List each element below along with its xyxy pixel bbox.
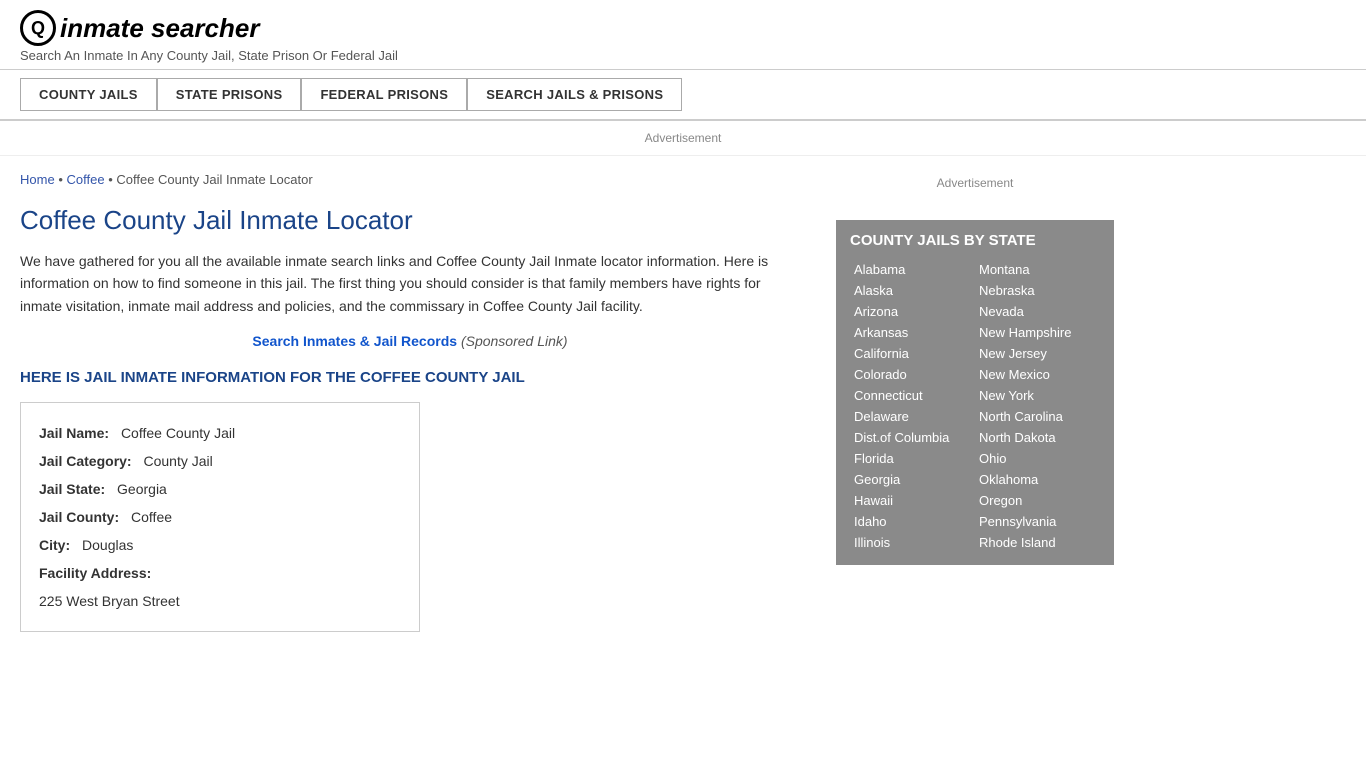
nav-bar: COUNTY JAILS STATE PRISONS FEDERAL PRISO…: [0, 70, 1366, 121]
info-label-address: Facility Address:: [39, 559, 151, 587]
description: We have gathered for you all the availab…: [20, 250, 800, 317]
header: Q inmate searcher Search An Inmate In An…: [0, 0, 1366, 70]
state-box-title: COUNTY JAILS BY STATE: [850, 232, 1100, 249]
info-box: Jail Name: Coffee County Jail Jail Categ…: [20, 402, 420, 632]
info-value-address: 225 West Bryan Street: [39, 587, 180, 615]
info-row-address-label: Facility Address:: [39, 559, 401, 587]
breadcrumb: Home • Coffee • Coffee County Jail Inmat…: [20, 172, 800, 187]
state-arkansas[interactable]: Arkansas: [850, 322, 975, 343]
nav-state-prisons[interactable]: STATE PRISONS: [157, 78, 302, 111]
state-nebraska[interactable]: Nebraska: [975, 280, 1100, 301]
state-oklahoma[interactable]: Oklahoma: [975, 469, 1100, 490]
state-connecticut[interactable]: Connecticut: [850, 385, 975, 406]
nav-county-jails[interactable]: COUNTY JAILS: [20, 78, 157, 111]
state-new-hampshire[interactable]: New Hampshire: [975, 322, 1100, 343]
info-row-address-value: 225 West Bryan Street: [39, 587, 401, 615]
state-ohio[interactable]: Ohio: [975, 448, 1100, 469]
state-north-carolina[interactable]: North Carolina: [975, 406, 1100, 427]
info-row-category: Jail Category: County Jail: [39, 447, 401, 475]
state-nevada[interactable]: Nevada: [975, 301, 1100, 322]
info-row-county: Jail County: Coffee: [39, 503, 401, 531]
state-new-york[interactable]: New York: [975, 385, 1100, 406]
info-label-name: Jail Name:: [39, 419, 109, 447]
breadcrumb-home[interactable]: Home: [20, 172, 55, 187]
state-north-dakota[interactable]: North Dakota: [975, 427, 1100, 448]
content-area: Home • Coffee • Coffee County Jail Inmat…: [0, 156, 820, 652]
info-value-state: Georgia: [117, 475, 167, 503]
state-box: COUNTY JAILS BY STATE Alabama Alaska Ari…: [836, 220, 1114, 565]
state-col1: Alabama Alaska Arizona Arkansas Californ…: [850, 259, 975, 553]
nav-search-jails[interactable]: SEARCH JAILS & PRISONS: [467, 78, 682, 111]
state-montana[interactable]: Montana: [975, 259, 1100, 280]
state-idaho[interactable]: Idaho: [850, 511, 975, 532]
state-georgia[interactable]: Georgia: [850, 469, 975, 490]
state-alabama[interactable]: Alabama: [850, 259, 975, 280]
logo-text: inmate searcher: [60, 13, 259, 44]
logo-text-content: inmate searcher: [60, 13, 259, 43]
info-row-state: Jail State: Georgia: [39, 475, 401, 503]
nav-federal-prisons[interactable]: FEDERAL PRISONS: [301, 78, 467, 111]
info-label-county: Jail County:: [39, 503, 119, 531]
sidebar-ad: Advertisement: [836, 166, 1114, 200]
sponsored-label: (Sponsored Link): [461, 333, 568, 349]
search-inmates-link[interactable]: Search Inmates & Jail Records: [252, 333, 457, 349]
info-label-city: City:: [39, 531, 70, 559]
breadcrumb-county[interactable]: Coffee: [66, 172, 104, 187]
info-value-city: Douglas: [82, 531, 133, 559]
tagline: Search An Inmate In Any County Jail, Sta…: [20, 48, 1346, 63]
page-title: Coffee County Jail Inmate Locator: [20, 205, 800, 236]
breadcrumb-current: Coffee County Jail Inmate Locator: [116, 172, 312, 187]
state-rhode-island[interactable]: Rhode Island: [975, 532, 1100, 553]
state-delaware[interactable]: Delaware: [850, 406, 975, 427]
ad-bar: Advertisement: [0, 121, 1366, 156]
sidebar: Advertisement COUNTY JAILS BY STATE Alab…: [820, 156, 1130, 652]
state-florida[interactable]: Florida: [850, 448, 975, 469]
state-hawaii[interactable]: Hawaii: [850, 490, 975, 511]
info-row-name: Jail Name: Coffee County Jail: [39, 419, 401, 447]
state-oregon[interactable]: Oregon: [975, 490, 1100, 511]
state-new-jersey[interactable]: New Jersey: [975, 343, 1100, 364]
info-label-category: Jail Category:: [39, 447, 132, 475]
info-value-county: Coffee: [131, 503, 172, 531]
logo-area: Q inmate searcher: [20, 10, 1346, 46]
state-colorado[interactable]: Colorado: [850, 364, 975, 385]
info-label-state: Jail State:: [39, 475, 105, 503]
state-grid: Alabama Alaska Arizona Arkansas Californ…: [850, 259, 1100, 553]
info-row-city: City: Douglas: [39, 531, 401, 559]
info-value-name: Coffee County Jail: [121, 419, 235, 447]
state-pennsylvania[interactable]: Pennsylvania: [975, 511, 1100, 532]
search-link-area: Search Inmates & Jail Records (Sponsored…: [20, 333, 800, 349]
logo-icon: Q: [20, 10, 56, 46]
main-layout: Home • Coffee • Coffee County Jail Inmat…: [0, 156, 1366, 652]
state-arizona[interactable]: Arizona: [850, 301, 975, 322]
state-col2: Montana Nebraska Nevada New Hampshire Ne…: [975, 259, 1100, 553]
state-dc[interactable]: Dist.of Columbia: [850, 427, 975, 448]
section-heading: HERE IS JAIL INMATE INFORMATION FOR THE …: [20, 369, 800, 386]
state-alaska[interactable]: Alaska: [850, 280, 975, 301]
state-california[interactable]: California: [850, 343, 975, 364]
info-value-category: County Jail: [143, 447, 212, 475]
state-illinois[interactable]: Illinois: [850, 532, 975, 553]
state-new-mexico[interactable]: New Mexico: [975, 364, 1100, 385]
